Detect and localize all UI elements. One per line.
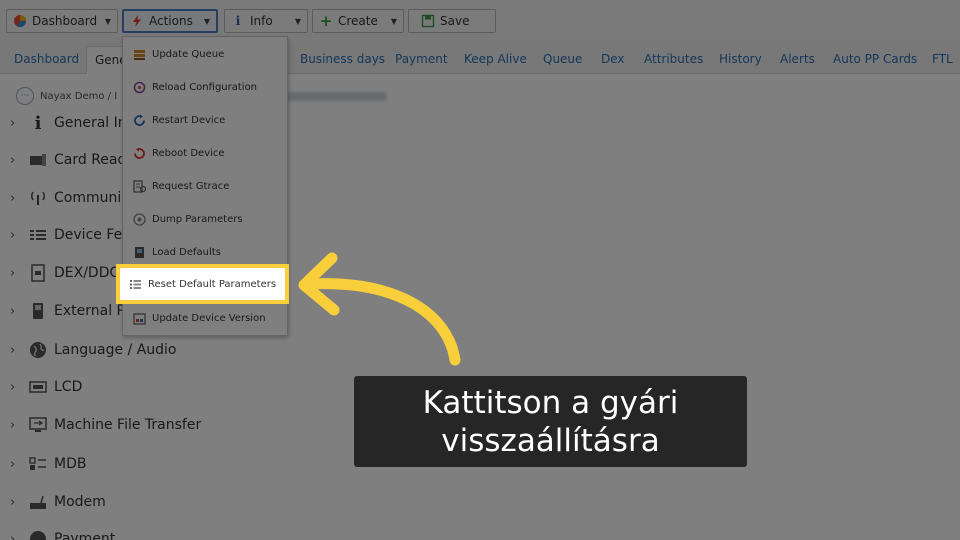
callout-line-2: visszaállításra bbox=[441, 422, 660, 459]
callout-line-1: Kattitson a gyári bbox=[422, 384, 679, 421]
instruction-callout: Kattitson a gyári visszaállításra bbox=[354, 376, 747, 467]
